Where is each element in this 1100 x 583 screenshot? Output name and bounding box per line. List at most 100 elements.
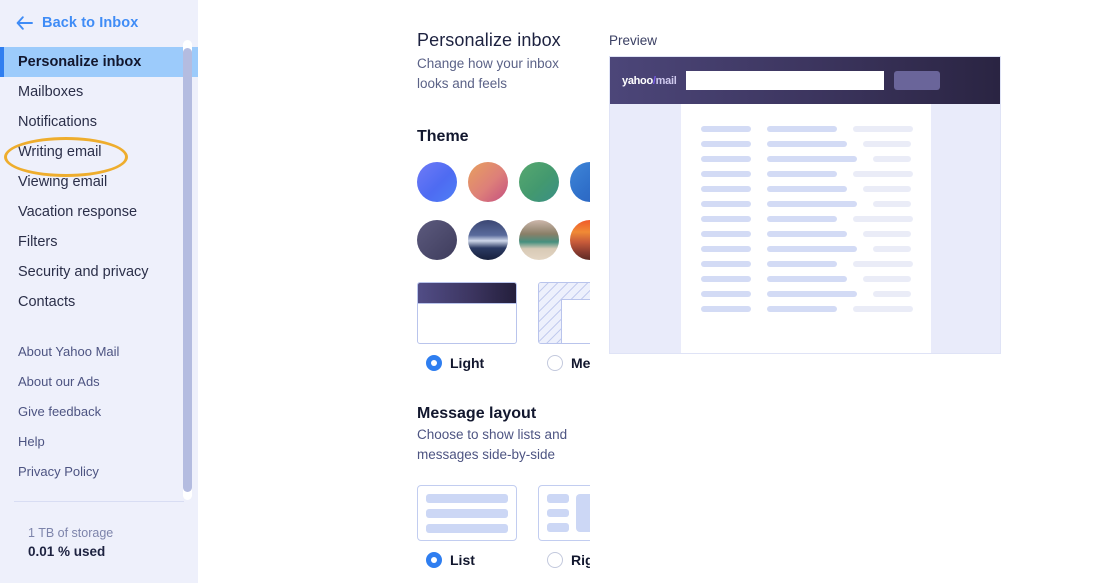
- link-privacy-policy[interactable]: Privacy Policy: [0, 457, 198, 487]
- radio-light[interactable]: [426, 355, 442, 371]
- theme-swatch-row-1: [417, 162, 712, 202]
- page-title: Personalize inbox: [417, 30, 561, 50]
- sidebar-scrollbar-thumb[interactable]: [183, 48, 192, 492]
- sidebar-item-label: Vacation response: [18, 204, 138, 220]
- sidebar-item-vacation-response[interactable]: Vacation response: [0, 197, 198, 227]
- link-give-feedback[interactable]: Give feedback: [0, 397, 198, 427]
- preview-subject-bar: [767, 141, 848, 147]
- layout-bar: [426, 524, 508, 533]
- preview-snippet-bar: [853, 171, 914, 177]
- preview-row: [701, 246, 913, 252]
- settings-sidebar: Back to Inbox Personalize inbox Mailboxe…: [0, 0, 198, 583]
- theme-swatch-mountain-lake-photo[interactable]: [468, 220, 508, 260]
- preview-sender-bar: [701, 141, 752, 147]
- settings-content: Personalize inbox Change how your inbox …: [198, 0, 788, 583]
- preview-snippet-bar: [853, 306, 914, 312]
- page-subtitle: Change how your inbox looks and feels: [417, 56, 559, 91]
- density-radio-row-light[interactable]: Light: [417, 355, 517, 371]
- layout-bar: [547, 523, 569, 533]
- sidebar-item-label: Mailboxes: [18, 84, 84, 100]
- preview-snippet-bar: [863, 276, 912, 282]
- preview-subject-bar: [767, 246, 858, 252]
- preview-sender-bar: [701, 171, 752, 177]
- link-about-our-ads[interactable]: About our Ads: [0, 367, 198, 397]
- message-layout-options: List Right: [417, 485, 759, 568]
- preview-body: [610, 104, 1000, 353]
- sidebar-item-contacts[interactable]: Contacts: [0, 287, 198, 317]
- yahoo-mail-logo: yahoo/mail: [622, 74, 677, 87]
- sidebar-item-security-and-privacy[interactable]: Security and privacy: [0, 257, 198, 287]
- preview-snippet-bar: [863, 141, 912, 147]
- theme-swatch-green-teal-gradient[interactable]: [519, 162, 559, 202]
- theme-density-options: Light Medium Dark: [417, 282, 759, 371]
- preview-row: [701, 141, 913, 147]
- logo-mail-text: mail: [655, 74, 677, 87]
- density-option-light: Light: [417, 282, 517, 371]
- theme-section-heading: Theme: [417, 128, 469, 145]
- preview-frame: yahoo/mail: [609, 56, 1001, 354]
- sidebar-footer-links: About Yahoo Mail About our Ads Give feed…: [0, 337, 198, 487]
- preview-row: [701, 276, 913, 282]
- preview-sender-bar: [701, 216, 752, 222]
- preview-right-rail: [931, 104, 1000, 353]
- back-to-inbox-label: Back to Inbox: [42, 15, 139, 31]
- theme-swatch-camper-beach-photo[interactable]: [519, 220, 559, 260]
- link-label: Give feedback: [18, 404, 102, 419]
- link-label: Help: [18, 434, 45, 449]
- preview-search-box: [686, 71, 885, 90]
- back-to-inbox-button[interactable]: Back to Inbox: [0, 0, 198, 45]
- layout-bar: [547, 508, 569, 518]
- sidebar-item-notifications[interactable]: Notifications: [0, 107, 198, 137]
- logo-yahoo-text: yahoo: [622, 74, 653, 87]
- preview-subject-bar: [767, 156, 858, 162]
- sidebar-item-mailboxes[interactable]: Mailboxes: [0, 77, 198, 107]
- settings-page: Back to Inbox Personalize inbox Mailboxe…: [0, 0, 1100, 583]
- sidebar-item-viewing-email[interactable]: Viewing email: [0, 167, 198, 197]
- message-layout-heading: Message layout: [417, 405, 537, 422]
- radio-label-light: Light: [450, 355, 485, 371]
- storage-used-label: 0.01 % used: [28, 544, 106, 559]
- radio-right[interactable]: [547, 552, 563, 568]
- sidebar-item-label: Writing email: [18, 144, 102, 160]
- sidebar-item-label: Security and privacy: [18, 264, 149, 280]
- preview-sender-bar: [701, 276, 752, 282]
- density-card-header: [418, 283, 516, 304]
- theme-swatch-blue-violet-gradient[interactable]: [417, 162, 457, 202]
- layout-card-list[interactable]: [417, 485, 517, 541]
- link-label: About Yahoo Mail: [18, 344, 120, 359]
- preview-sender-bar: [701, 201, 752, 207]
- sidebar-item-personalize-inbox[interactable]: Personalize inbox: [0, 47, 198, 77]
- layout-bar: [426, 509, 508, 518]
- link-about-yahoo-mail[interactable]: About Yahoo Mail: [0, 337, 198, 367]
- radio-list[interactable]: [426, 552, 442, 568]
- sidebar-item-label: Filters: [18, 234, 58, 250]
- preview-subject-bar: [767, 291, 858, 297]
- preview-subject-bar: [767, 201, 858, 207]
- radio-medium[interactable]: [547, 355, 563, 371]
- preview-sender-bar: [701, 306, 752, 312]
- sidebar-item-writing-email[interactable]: Writing email: [0, 137, 198, 167]
- density-card-light[interactable]: [417, 282, 517, 344]
- preview-row: [701, 126, 914, 132]
- sidebar-item-label: Viewing email: [18, 174, 108, 190]
- theme-swatch-orange-pink-gradient[interactable]: [468, 162, 508, 202]
- layout-radio-row-list[interactable]: List: [417, 552, 517, 568]
- preview-snippet-bar: [873, 156, 912, 162]
- preview-subject-bar: [767, 306, 838, 312]
- theme-swatch-slate-purple-solid[interactable]: [417, 220, 457, 260]
- storage-info: 1 TB of storage 0.01 % used: [0, 502, 198, 561]
- link-help[interactable]: Help: [0, 427, 198, 457]
- preview-snippet-bar: [873, 246, 912, 252]
- sidebar-item-filters[interactable]: Filters: [0, 227, 198, 257]
- preview-header: yahoo/mail: [610, 57, 1000, 104]
- preview-snippet-bar: [863, 186, 912, 192]
- preview-sender-bar: [701, 261, 752, 267]
- preview-row: [701, 216, 914, 222]
- preview-subject-bar: [767, 216, 838, 222]
- preview-sender-bar: [701, 291, 752, 297]
- sidebar-item-label: Personalize inbox: [18, 54, 142, 70]
- sidebar-item-label: Contacts: [18, 294, 76, 310]
- preview-subject-bar: [767, 261, 838, 267]
- layout-list-column: [547, 494, 569, 533]
- preview-snippet-bar: [863, 231, 912, 237]
